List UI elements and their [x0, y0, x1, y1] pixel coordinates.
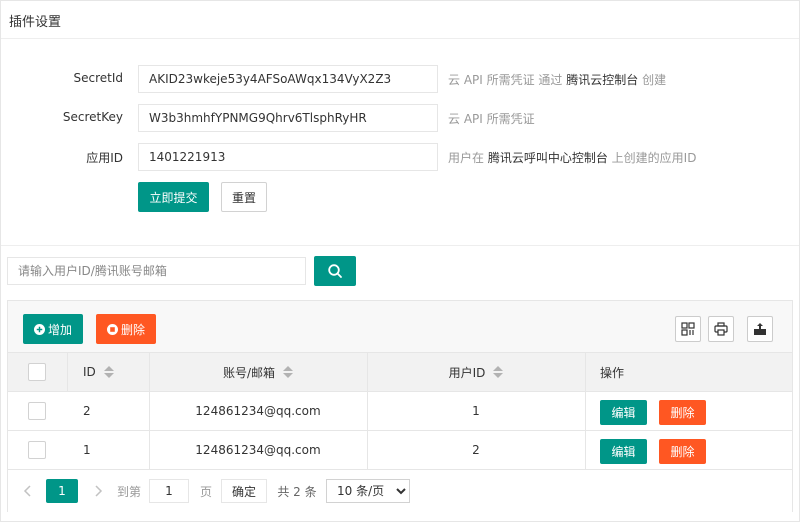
row-id: 1 [83, 443, 91, 457]
sort-icon[interactable] [283, 366, 294, 378]
reset-button[interactable]: 重置 [221, 182, 267, 212]
row-user-id: 2 [472, 443, 480, 457]
secret-id-label: SecretId [73, 71, 123, 85]
export-button[interactable] [747, 316, 773, 342]
app-id-row: 应用ID 用户在 腾讯云呼叫中心控制台 上创建的应用ID [0, 143, 800, 171]
sort-icon[interactable] [103, 366, 114, 378]
goto-confirm-button[interactable]: 确定 [221, 479, 267, 503]
page-number-current[interactable]: 1 [46, 479, 78, 503]
row-checkbox[interactable] [28, 402, 46, 420]
call-center-console-link[interactable]: 腾讯云呼叫中心控制台 [488, 151, 608, 165]
select-all-cell [28, 353, 46, 391]
page-unit-label: 页 [199, 484, 212, 499]
table-toolbar: 增加 删除 [8, 301, 792, 353]
table-row: 2 124861234@qq.com 1 编辑 删除 [8, 392, 792, 431]
print-button[interactable] [708, 316, 734, 342]
column-actions-label: 操作 [600, 365, 625, 380]
column-divider [585, 392, 586, 430]
goto-page-input[interactable]: 1 [149, 479, 189, 503]
goto-label: 到第 [116, 484, 141, 499]
chevron-left-icon [23, 485, 31, 497]
secret-id-field[interactable] [138, 65, 438, 93]
app-id-tip-suffix: 上创建的应用ID [607, 151, 697, 165]
column-userid-label: 用户ID [448, 365, 486, 380]
row-account: 124861234@qq.com [195, 404, 321, 418]
app-id-label: 应用ID [86, 151, 123, 165]
column-id-header[interactable]: ID [83, 353, 114, 391]
total-count: 共 2 条 [277, 484, 317, 499]
column-actions-header: 操作 [600, 353, 624, 391]
add-button[interactable]: 增加 [23, 314, 83, 344]
table-row: 1 124861234@qq.com 2 编辑 删除 [8, 431, 792, 470]
row-user-id: 1 [472, 404, 480, 418]
row-checkbox[interactable] [28, 441, 46, 459]
select-all-checkbox[interactable] [28, 363, 46, 381]
add-button-label: 增加 [47, 322, 72, 337]
export-icon [754, 323, 766, 335]
app-id-tip-prefix: 用户在 [448, 151, 488, 165]
column-id-label: ID [83, 365, 96, 379]
search-input[interactable] [7, 257, 306, 285]
secret-key-label: SecretKey [62, 110, 123, 124]
prev-page-button[interactable] [16, 479, 40, 503]
delete-button[interactable]: 删除 [659, 439, 706, 464]
search-button[interactable] [314, 256, 356, 286]
stop-circle-icon [106, 323, 118, 335]
app-id-field[interactable] [138, 143, 438, 171]
print-icon [714, 322, 728, 336]
secret-key-field[interactable] [138, 104, 438, 132]
tencent-cloud-console-link[interactable]: 腾讯云控制台 [566, 73, 638, 87]
data-table: 增加 删除 ID 账号/邮箱 用户ID 操作 2 124861234@qq.co… [7, 300, 793, 512]
column-divider [67, 353, 68, 391]
plus-circle-icon [33, 323, 45, 335]
row-id: 2 [83, 404, 91, 418]
delete-button[interactable]: 删除 [659, 400, 706, 425]
section-divider [1, 245, 799, 246]
table-header: ID 账号/邮箱 用户ID 操作 [8, 353, 792, 392]
secret-id-row: SecretId 云 API 所需凭证 通过 腾讯云控制台 创建 [0, 65, 800, 93]
column-account-label: 账号/邮箱 [222, 365, 276, 380]
secret-key-row: SecretKey 云 API 所需凭证 [0, 104, 800, 132]
columns-filter-button[interactable] [675, 316, 701, 342]
column-account-header[interactable]: 账号/邮箱 [149, 353, 367, 391]
column-divider [585, 353, 586, 391]
secret-id-tip-prefix: 云 API 所需凭证 通过 [448, 73, 567, 87]
app-id-tip: 用户在 腾讯云呼叫中心控制台 上创建的应用ID [448, 149, 696, 166]
sort-icon[interactable] [493, 366, 504, 378]
page-size-select[interactable]: 10 条/页 [326, 479, 410, 503]
batch-delete-button[interactable]: 删除 [96, 314, 156, 344]
submit-button[interactable]: 立即提交 [138, 182, 209, 212]
column-divider [585, 431, 586, 469]
edit-button[interactable]: 编辑 [600, 439, 647, 464]
chevron-right-icon [95, 485, 103, 497]
column-userid-header[interactable]: 用户ID [367, 353, 585, 391]
edit-button[interactable]: 编辑 [600, 400, 647, 425]
batch-delete-button-label: 删除 [120, 322, 145, 337]
secret-id-tip: 云 API 所需凭证 通过 腾讯云控制台 创建 [448, 71, 666, 88]
columns-icon [681, 322, 695, 336]
panel-title: 插件设置 [1, 1, 799, 39]
row-account: 124861234@qq.com [195, 443, 321, 457]
pagination: 1 到第 1 页 确定 共 2 条 10 条/页 [8, 471, 792, 512]
next-page-button[interactable] [86, 479, 110, 503]
secret-key-tip: 云 API 所需凭证 [448, 112, 535, 126]
search-icon [328, 264, 342, 278]
row-select-cell [28, 431, 46, 469]
row-select-cell [28, 392, 46, 430]
secret-id-tip-suffix: 创建 [638, 73, 667, 87]
